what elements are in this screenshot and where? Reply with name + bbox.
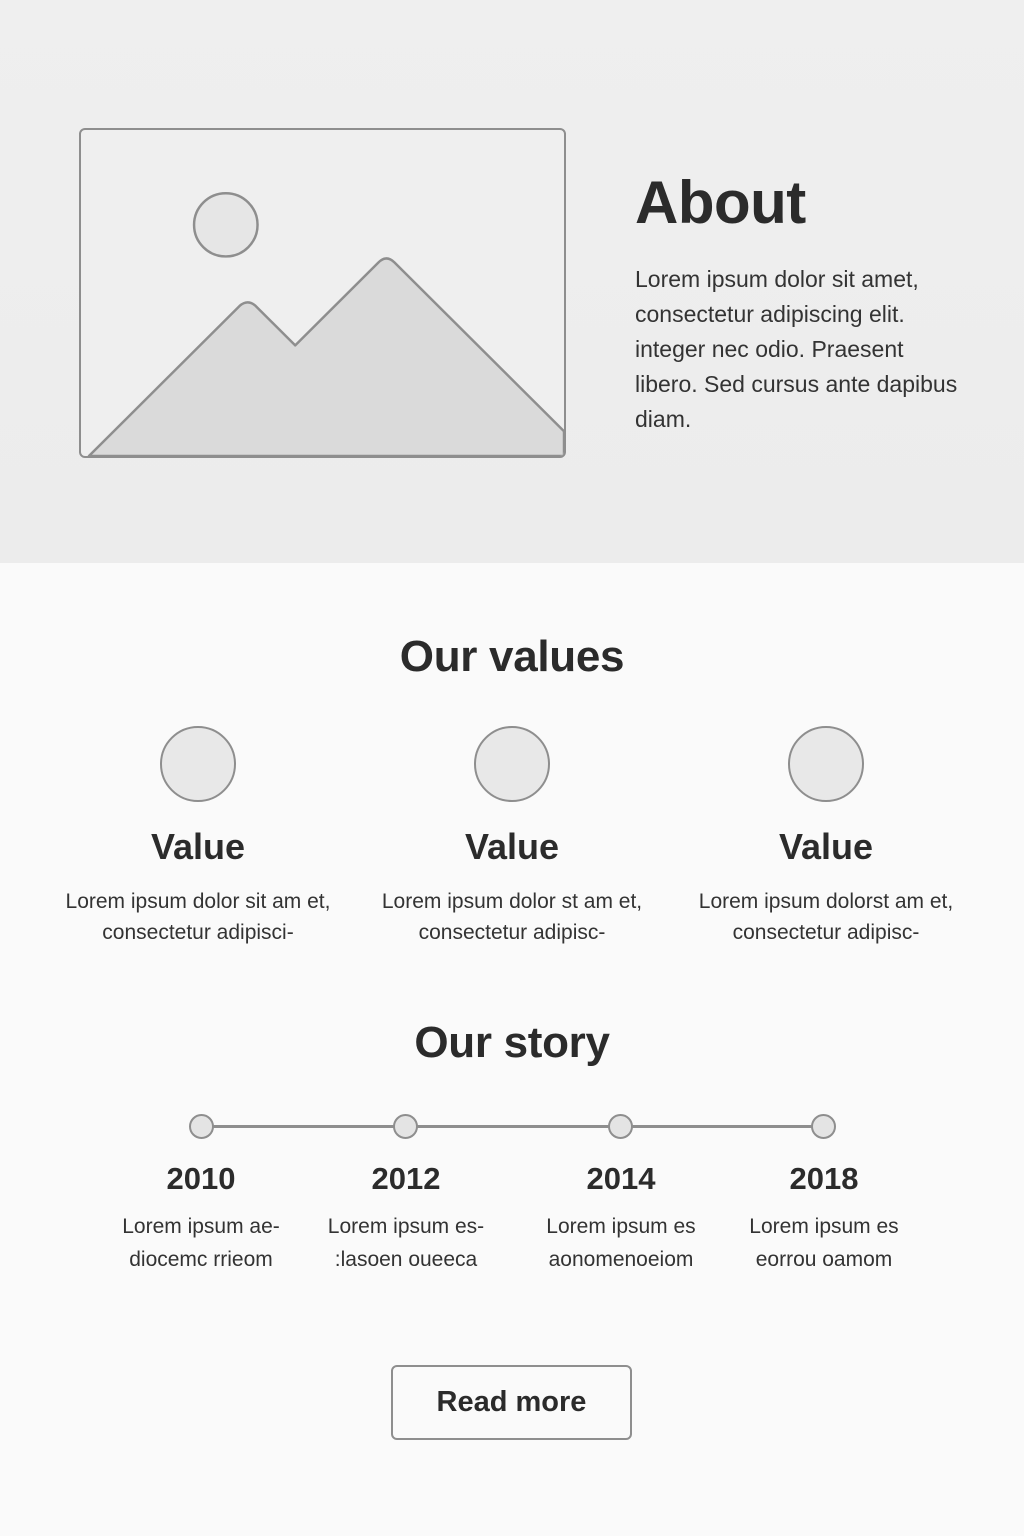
story-title: Our story [414, 1018, 610, 1067]
milestone-description: Lorem ipsum es aonomenoeiom [546, 1215, 696, 1271]
value-icon [160, 726, 236, 802]
value-heading: Value [464, 826, 560, 867]
value-icon [788, 726, 864, 802]
value-heading: Value [150, 826, 246, 867]
timeline-line [201, 1125, 823, 1128]
value-heading: Value [778, 826, 874, 867]
milestone-year: 2018 [789, 1161, 859, 1196]
sun-shape [192, 191, 259, 258]
milestone-description: Lorem ipsum ae- diocemc rrieom [122, 1215, 280, 1271]
value-card: Value Lorem ipsum dolor sit am et, conse… [48, 726, 348, 948]
timeline-milestone: 2014 Lorem ipsum es aonomenoeiom [521, 1158, 721, 1276]
timeline-milestone: 2012 Lorem ipsum es- :lasoen oueeca [306, 1158, 506, 1276]
value-card: Value Lorem ipsum dolorst am et, consect… [676, 726, 976, 948]
milestone-year: 2014 [586, 1161, 656, 1196]
milestone-year: 2012 [371, 1161, 441, 1196]
about-title: About [635, 169, 806, 236]
value-icon [474, 726, 550, 802]
timeline-milestone: 2018 Lorem ipsum es eorrou oamom [724, 1158, 924, 1276]
timeline-dot [811, 1114, 836, 1139]
timeline-milestone: 2010 Lorem ipsum ae- diocemc rrieom [101, 1158, 301, 1276]
values-title: Our values [399, 632, 625, 681]
timeline-dot [393, 1114, 418, 1139]
value-description: Lorem ipsum dolorst am et, consectetur a… [698, 890, 954, 944]
read-more-button[interactable]: Read more [391, 1365, 632, 1440]
milestone-year: 2010 [166, 1161, 236, 1196]
image-placeholder-graphic [87, 191, 564, 456]
milestone-description: Lorem ipsum es eorrou oamom [749, 1215, 899, 1271]
about-hero: About Lorem ipsum dolor sit amet, consec… [0, 0, 1024, 563]
image-placeholder-icon [79, 128, 566, 458]
value-description: Lorem ipsum dolor sit am et, consectetur… [65, 890, 331, 944]
timeline-dot [189, 1114, 214, 1139]
value-card: Value Lorem ipsum dolor st am et, consec… [362, 726, 662, 948]
milestone-description: Lorem ipsum es- :lasoen oueeca [327, 1215, 485, 1271]
timeline-dot [608, 1114, 633, 1139]
about-description: Lorem ipsum dolor sit amet, consectetur … [635, 266, 958, 432]
value-description: Lorem ipsum dolor st am et, consectetur … [381, 890, 643, 944]
mountain-shape [87, 257, 564, 456]
